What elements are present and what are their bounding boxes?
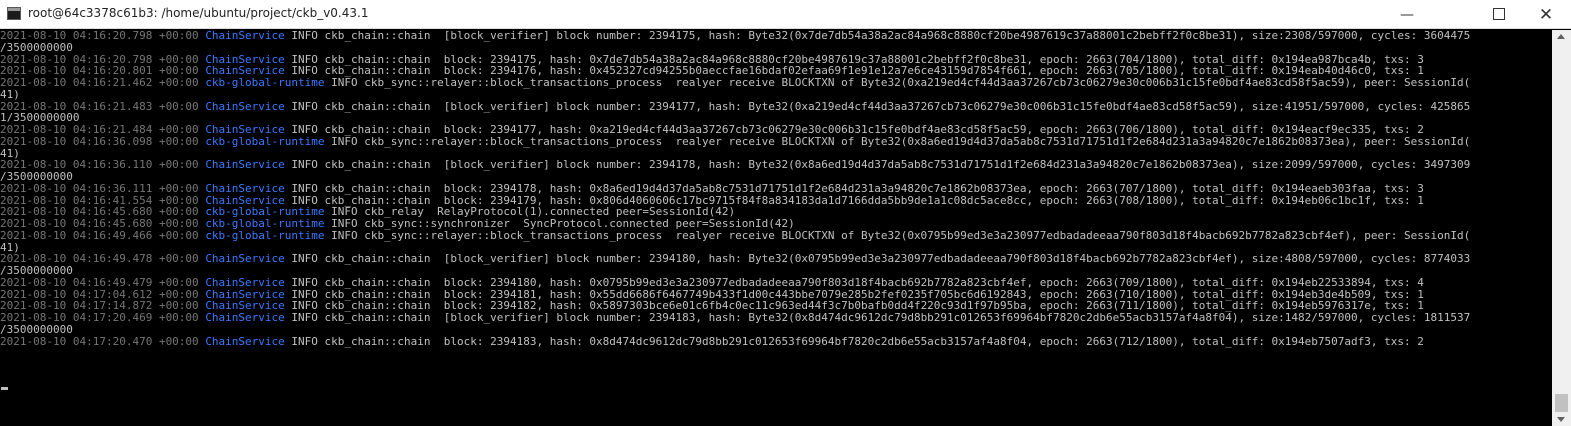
text-cursor: [1, 387, 8, 390]
close-icon: ✕: [1538, 4, 1554, 25]
console-line: 2021-08-10 04:16:20.798 +00:00 ChainServ…: [0, 30, 1552, 42]
terminal-window: root@64c3378c61b3: /home/ubuntu/project/…: [0, 0, 1571, 426]
console-line: 2021-08-10 04:16:21.483 +00:00 ChainServ…: [0, 99, 1552, 113]
log-message: INFO ckb_chain::chain [block_verifier] b…: [284, 252, 1471, 266]
scroll-down-arrow-icon[interactable]: [1557, 417, 1565, 422]
console-line: 2021-08-10 04:17:20.469 +00:00 ChainServ…: [0, 312, 1552, 324]
log-source-tag: ChainService: [205, 158, 285, 172]
minimize-button[interactable]: —: [1384, 0, 1430, 29]
vertical-scrollbar[interactable]: [1552, 30, 1571, 426]
window-title: root@64c3378c61b3: /home/ubuntu/project/…: [28, 6, 369, 20]
log-timestamp: 2021-08-10 04:16:36.098 +00:00: [0, 134, 199, 148]
log-timestamp: 2021-08-10 04:16:49.466 +00:00: [0, 228, 199, 242]
log-message: INFO ckb_chain::chain block: 2394183, ha…: [284, 334, 1424, 348]
log-source-tag: ckb-global-runtime: [205, 76, 325, 89]
log-source-tag: ChainService: [205, 99, 285, 113]
console-line: 2021-08-10 04:16:36.110 +00:00 ChainServ…: [0, 159, 1552, 171]
scrollbar-thumb[interactable]: [1555, 394, 1568, 412]
console-line: 2021-08-10 04:16:49.478 +00:00 ChainServ…: [0, 253, 1552, 265]
console-line: 2021-08-10 04:16:49.466 +00:00 ckb-globa…: [0, 228, 1552, 242]
console-line: 2021-08-10 04:16:36.098 +00:00 ckb-globa…: [0, 134, 1552, 148]
console-output[interactable]: 2021-08-10 04:16:20.798 +00:00 ChainServ…: [0, 30, 1552, 426]
log-message: INFO ckb_chain::chain [block_verifier] b…: [284, 30, 1471, 42]
log-source-tag: ckb-global-runtime: [205, 228, 325, 242]
close-button[interactable]: ✕: [1523, 0, 1569, 29]
log-message: INFO ckb_sync::relayer::block_transactio…: [324, 134, 1471, 148]
log-message: INFO ckb_sync::relayer::block_transactio…: [324, 228, 1471, 242]
minimize-icon: —: [1400, 6, 1414, 23]
log-source-tag: ckb-global-runtime: [205, 134, 325, 148]
title-bar[interactable]: root@64c3378c61b3: /home/ubuntu/project/…: [0, 0, 1571, 29]
log-message: INFO ckb_chain::chain [block_verifier] b…: [284, 311, 1471, 324]
log-source-tag: ChainService: [205, 30, 285, 42]
console-line: 2021-08-10 04:16:21.462 +00:00 ckb-globa…: [0, 77, 1552, 89]
maximize-icon: [1493, 7, 1505, 20]
scroll-up-arrow-icon[interactable]: [1557, 34, 1565, 39]
log-timestamp: 2021-08-10 04:16:21.462 +00:00: [0, 76, 199, 89]
terminal-icon: [7, 7, 21, 20]
log-message: INFO ckb_chain::chain [block_verifier] b…: [284, 99, 1471, 113]
log-message: INFO ckb_sync::relayer::block_transactio…: [324, 76, 1471, 89]
maximize-button[interactable]: [1476, 0, 1522, 28]
console-line: 2021-08-10 04:17:20.470 +00:00 ChainServ…: [0, 334, 1552, 348]
log-timestamp: 2021-08-10 04:17:20.470 +00:00: [0, 334, 199, 348]
log-source-tag: ChainService: [205, 334, 285, 348]
log-message: INFO ckb_chain::chain [block_verifier] b…: [284, 158, 1471, 172]
log-source-tag: ChainService: [205, 311, 285, 324]
log-source-tag: ChainService: [205, 252, 285, 266]
